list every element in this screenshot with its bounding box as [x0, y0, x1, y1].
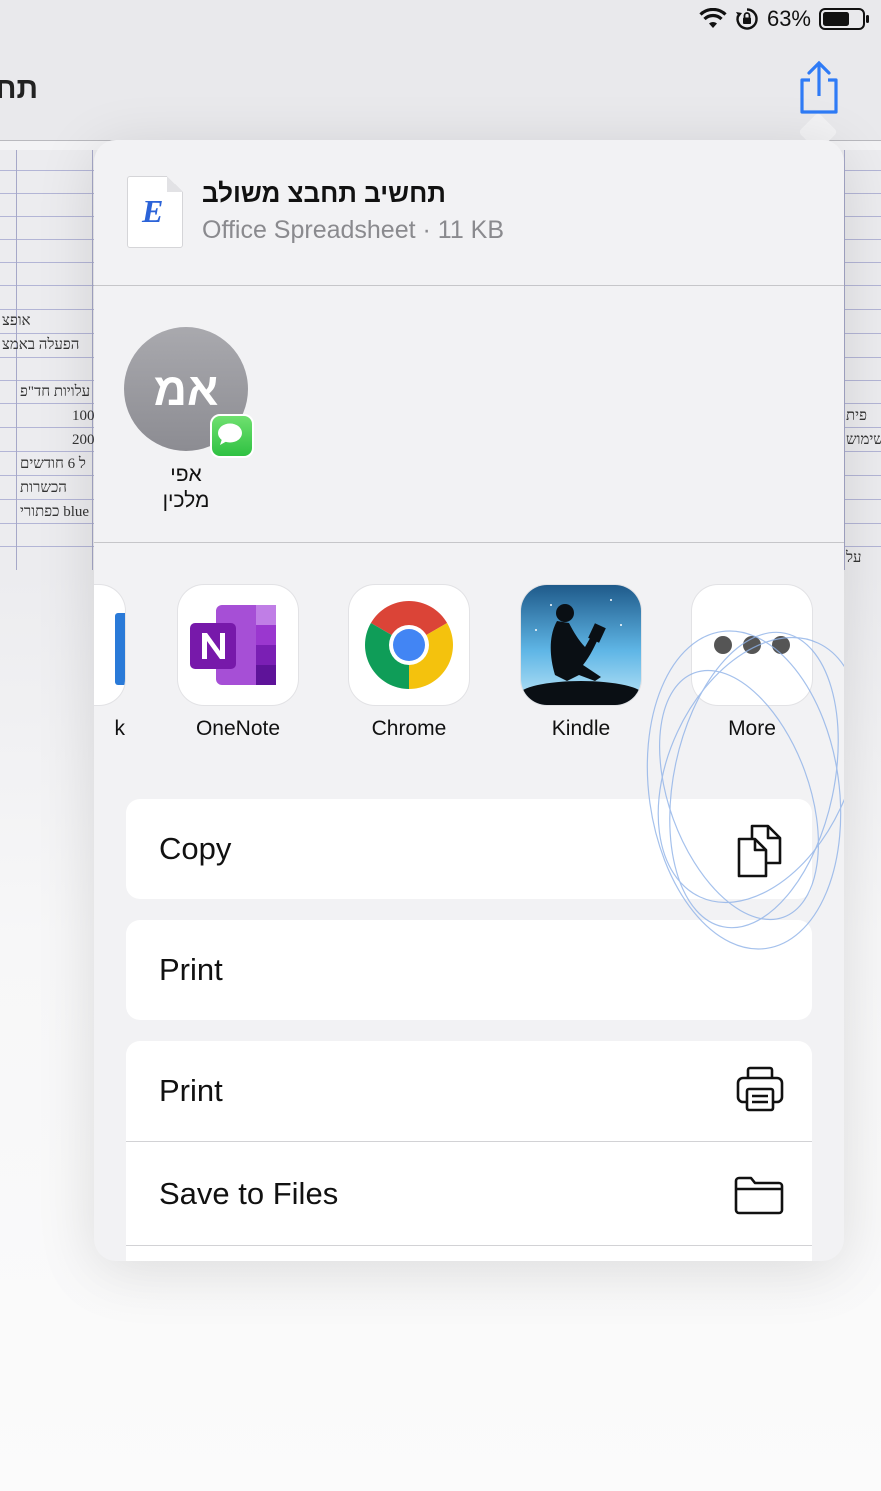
cell: הכשרות — [20, 480, 67, 496]
app-chrome[interactable]: Chrome — [349, 585, 469, 741]
app-label: Kindle — [551, 717, 611, 740]
app-partial-icon — [94, 585, 125, 705]
cell: הפעלה באמצ — [2, 337, 80, 353]
next-action-peek — [126, 1245, 812, 1261]
spreadsheet-file-icon: E — [127, 176, 183, 248]
cell: עלויות חד"פ — [20, 384, 91, 400]
airdrop-people-row: אמ אפי מלכין — [94, 286, 844, 543]
cell: על — [846, 550, 862, 566]
cell: ל 6 חודשים — [20, 456, 86, 472]
cell: אופצ — [2, 313, 31, 329]
cell: כפתורי blue — [20, 504, 90, 520]
cell: פית — [846, 408, 867, 424]
action-label: Save to Files — [159, 1175, 339, 1211]
messages-badge-icon — [210, 414, 254, 458]
action-label: Print — [159, 952, 223, 987]
folder-icon — [734, 1176, 784, 1215]
battery-icon — [819, 8, 869, 30]
share-sheet: E תחשיב תחבצ משולב Office Spreadsheet · … — [94, 140, 844, 1261]
cell: 200 — [72, 432, 95, 448]
app-onenote[interactable]: OneNote — [178, 585, 298, 741]
pencil-scribble — [646, 630, 844, 950]
app-label: OneNote — [195, 717, 281, 740]
onenote-icon — [178, 585, 298, 705]
document-title: תח — [0, 72, 38, 105]
print-action[interactable]: Print — [126, 1041, 812, 1141]
action-label: Copy — [159, 831, 232, 866]
cell: שימוש — [846, 432, 881, 448]
status-bar: 63% — [699, 6, 871, 32]
orientation-lock-icon — [735, 8, 758, 30]
printer-icon — [736, 1066, 784, 1112]
share-icon — [800, 60, 838, 114]
kindle-icon — [521, 585, 641, 705]
app-kindle[interactable]: Kindle — [521, 585, 641, 741]
app-label: k — [114, 717, 126, 740]
file-name: תחשיב תחבצ משולב — [202, 178, 446, 208]
share-button[interactable] — [796, 60, 842, 116]
app-partial[interactable]: k — [94, 585, 125, 741]
app-label: Chrome — [371, 717, 447, 740]
file-meta: Office Spreadsheet · 11 KB — [202, 216, 505, 244]
action-label: Print — [159, 1073, 223, 1108]
save-to-files-action[interactable]: Save to Files — [126, 1141, 812, 1245]
actions-group: Print Save to Files — [126, 1041, 812, 1261]
share-sheet-header: E תחשיב תחבצ משולב Office Spreadsheet · … — [94, 140, 844, 286]
chrome-icon — [349, 585, 469, 705]
wifi-icon — [699, 8, 727, 28]
cell: 100 — [72, 408, 95, 424]
battery-percentage: 63% — [766, 6, 811, 31]
contact-name: אפי מלכין — [162, 463, 210, 512]
